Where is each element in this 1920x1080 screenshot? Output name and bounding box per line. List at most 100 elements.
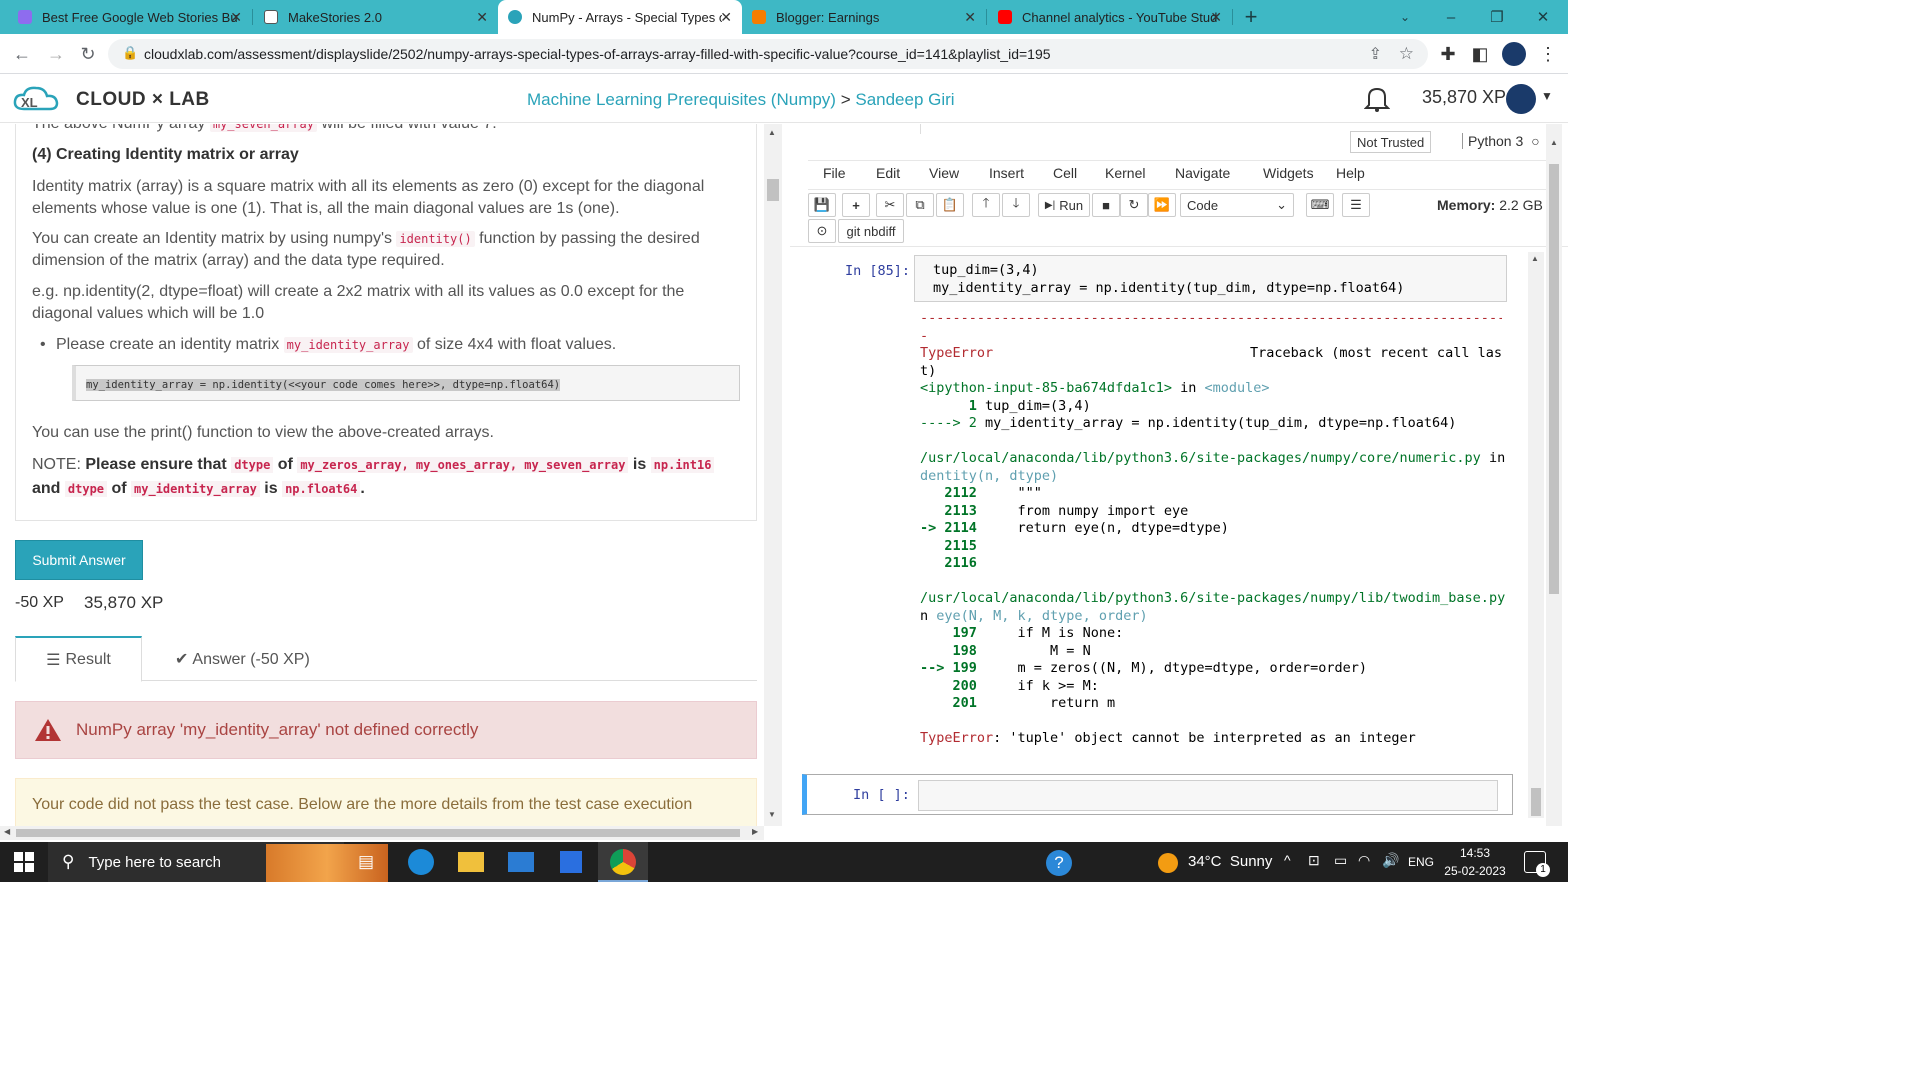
reload-button[interactable]: ↻ xyxy=(74,40,102,68)
extensions-icon[interactable]: ✚ xyxy=(1434,40,1462,68)
breadcrumb-author-link[interactable]: Sandeep Giri xyxy=(855,90,954,109)
copy-icon[interactable]: ⧉ xyxy=(906,193,934,217)
nbdiff-button[interactable]: git nbdiff xyxy=(838,219,904,243)
bell-icon[interactable] xyxy=(1363,85,1391,119)
speaker-icon[interactable]: 🔊 xyxy=(1382,852,1399,869)
menu-insert[interactable]: Insert xyxy=(989,165,1024,181)
profile-avatar[interactable] xyxy=(1502,42,1526,66)
scrollbar-thumb[interactable] xyxy=(767,179,779,201)
move-up-icon[interactable]: 🡑 xyxy=(972,193,1000,217)
tab-result[interactable]: ☰ Result xyxy=(15,636,142,682)
cut-icon[interactable]: ✂ xyxy=(876,193,904,217)
forward-button[interactable]: → xyxy=(42,40,70,68)
edge-icon[interactable] xyxy=(408,849,434,875)
restore-button[interactable]: ❐ xyxy=(1474,0,1520,34)
url-field[interactable]: 🔒 cloudxlab.com/assessment/displayslide/… xyxy=(108,39,1428,69)
code-line: my_identity_array = np.identity(tup_dim,… xyxy=(933,279,1405,296)
chevron-up-icon[interactable]: ^ xyxy=(1284,852,1291,868)
history-icon[interactable]: ⊙ xyxy=(808,219,836,243)
paste-icon[interactable]: 📋 xyxy=(936,193,964,217)
menu-icon[interactable]: ⋮ xyxy=(1534,40,1562,68)
output-line: 1 tup_dim=(3,4) xyxy=(920,397,1091,414)
menu-navigate[interactable]: Navigate xyxy=(1175,165,1230,181)
traceback-line: 197 if M is None: xyxy=(920,625,1124,641)
menu-cell[interactable]: Cell xyxy=(1053,165,1077,181)
browser-tab-active[interactable]: NumPy - Arrays - Special Types o ✕ xyxy=(498,0,742,34)
keyboard-icon[interactable]: ⌨ xyxy=(1306,193,1334,217)
help-icon[interactable]: ? xyxy=(1046,850,1072,876)
add-cell-icon[interactable]: + xyxy=(842,193,870,217)
menu-edit[interactable]: Edit xyxy=(876,165,900,181)
list-icon[interactable]: ☰ xyxy=(1342,193,1370,217)
share-icon[interactable]: ⇪ xyxy=(1369,44,1382,64)
tab-search-button[interactable]: ⌄ xyxy=(1382,0,1428,34)
run-button[interactable]: ▶| Run xyxy=(1038,193,1090,217)
close-window-button[interactable]: ✕ xyxy=(1520,0,1566,34)
browser-tab[interactable]: Blogger: Earnings ✕ xyxy=(742,0,986,34)
file-explorer-icon[interactable] xyxy=(458,852,484,872)
search-placeholder: Type here to search xyxy=(88,853,222,871)
code-cell-input[interactable] xyxy=(918,780,1498,811)
scrollbar-thumb[interactable] xyxy=(1549,164,1559,594)
language-indicator[interactable]: ENG xyxy=(1408,855,1434,869)
lesson-hscrollbar[interactable]: ◀ ▶ xyxy=(0,826,764,840)
scrollbar-thumb[interactable] xyxy=(1531,788,1541,816)
site-logo[interactable]: XL CLOUD × LAB xyxy=(12,85,210,115)
save-icon[interactable]: 💾 xyxy=(808,193,836,217)
weather-text[interactable]: 34°C Sunny xyxy=(1188,853,1272,870)
menu-help[interactable]: Help xyxy=(1336,165,1365,181)
back-button[interactable]: ← xyxy=(8,40,36,68)
cell-type-select[interactable]: Code ⌄ xyxy=(1180,193,1294,217)
user-avatar[interactable] xyxy=(1506,84,1536,114)
lesson-scrollbar[interactable]: ▲ ▼ xyxy=(764,124,782,826)
submit-answer-button[interactable]: Submit Answer xyxy=(15,540,143,580)
output-line: /usr/local/anaconda/lib/python3.6/site-p… xyxy=(920,450,1506,466)
tab-answer[interactable]: ✔ Answer (-50 XP) xyxy=(175,649,310,669)
camera-icon[interactable]: ⊡ xyxy=(1308,852,1320,869)
caret-down-icon[interactable]: ▼ xyxy=(1541,89,1553,103)
restart-icon[interactable]: ↻ xyxy=(1120,193,1148,217)
fast-forward-icon[interactable]: ⏩ xyxy=(1148,193,1176,217)
dropbox-icon[interactable] xyxy=(560,851,582,873)
close-icon[interactable]: ✕ xyxy=(1210,9,1222,26)
sidepanel-icon[interactable]: ◧ xyxy=(1466,40,1494,68)
stop-icon[interactable]: ■ xyxy=(1092,193,1120,217)
minimize-button[interactable]: – xyxy=(1428,0,1474,34)
close-icon[interactable]: ✕ xyxy=(476,9,488,26)
kernel-idle-icon: ○ xyxy=(1531,133,1540,149)
close-icon[interactable]: ✕ xyxy=(964,9,976,26)
menu-kernel[interactable]: Kernel xyxy=(1105,165,1145,181)
browser-tab[interactable]: Channel analytics - YouTube Stud ✕ xyxy=(988,0,1232,34)
notebook-inner-scrollbar[interactable]: ▲ xyxy=(1528,252,1544,818)
close-icon[interactable]: ✕ xyxy=(720,9,732,26)
hscrollbar-thumb[interactable] xyxy=(16,829,740,837)
cell-prompt: In [ ]: xyxy=(853,787,910,803)
new-tab-button[interactable]: + xyxy=(1228,0,1274,34)
taskbar-search[interactable]: ⚲ Type here to search xyxy=(48,842,388,882)
battery-icon[interactable]: ▭ xyxy=(1334,852,1347,869)
trust-indicator[interactable]: Not Trusted xyxy=(1350,131,1432,153)
tab-title: NumPy - Arrays - Special Types o xyxy=(532,9,722,25)
task-view-icon[interactable]: ▤ xyxy=(358,852,374,872)
empty-cell[interactable]: In [ ]: xyxy=(802,774,1513,815)
close-icon[interactable]: ✕ xyxy=(230,9,242,26)
clock[interactable]: 14:53 25-02-2023 xyxy=(1443,846,1507,878)
menu-view[interactable]: View xyxy=(929,165,959,181)
clock-date: 25-02-2023 xyxy=(1444,864,1506,878)
breadcrumb-course-link[interactable]: Machine Learning Prerequisites (Numpy) xyxy=(527,90,836,109)
code-cell-input[interactable]: tup_dim=(3,4) my_identity_array = np.ide… xyxy=(914,255,1507,302)
wifi-icon[interactable]: ◠ xyxy=(1358,852,1370,869)
browser-tab[interactable]: Best Free Google Web Stories Bu ✕ xyxy=(8,0,252,34)
notebook-outer-scrollbar[interactable]: ▲ ▼ xyxy=(1546,124,1562,826)
browser-tab[interactable]: MakeStories 2.0 ✕ xyxy=(254,0,498,34)
notification-icon[interactable]: 1 xyxy=(1524,851,1550,877)
menu-widgets[interactable]: Widgets xyxy=(1263,165,1314,181)
menu-file[interactable]: File xyxy=(823,165,846,181)
mail-icon[interactable] xyxy=(508,852,534,872)
inline-code: identity() xyxy=(396,231,475,247)
star-icon[interactable]: ☆ xyxy=(1399,44,1414,64)
windows-start-icon[interactable] xyxy=(14,852,34,875)
chrome-taskbar-button[interactable] xyxy=(598,842,648,882)
move-down-icon[interactable]: 🡓 xyxy=(1002,193,1030,217)
